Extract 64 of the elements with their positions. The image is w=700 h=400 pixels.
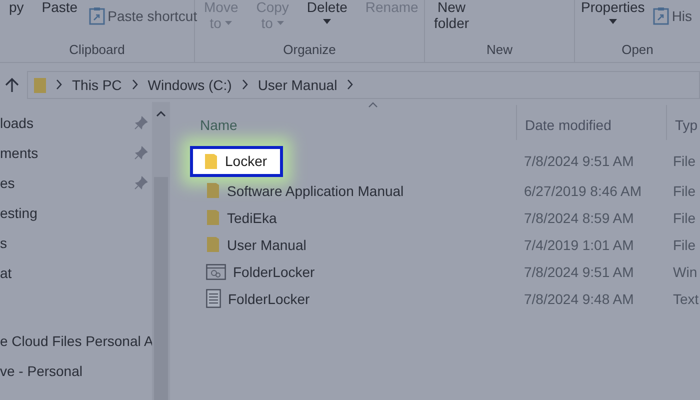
text-document-icon xyxy=(206,289,221,308)
caret-icon xyxy=(276,21,284,25)
scrollbar[interactable] xyxy=(152,102,170,400)
folder-icon xyxy=(206,182,220,199)
ribbon-button[interactable]: Paste shortcut xyxy=(86,7,200,25)
date-cell: 7/8/2024 8:59 AM xyxy=(524,210,634,226)
type-cell: File xyxy=(673,236,696,252)
file-name[interactable]: TediEka xyxy=(190,206,283,230)
clipboard-icon xyxy=(88,7,105,25)
file-name[interactable]: User Manual xyxy=(190,232,312,256)
column-header[interactable]: Typ xyxy=(666,105,700,140)
ribbon-button[interactable]: Delete xyxy=(298,0,356,24)
type-cell: File xyxy=(673,182,696,198)
column-header[interactable]: Name xyxy=(190,117,516,140)
breadcrumb[interactable]: This PC xyxy=(72,76,122,92)
clipboard-icon xyxy=(652,7,669,25)
file-name[interactable]: FolderLocker xyxy=(190,260,321,284)
scroll-up-icon[interactable] xyxy=(156,110,166,117)
group-label: Clipboard xyxy=(68,42,126,57)
folder-icon xyxy=(204,152,218,170)
date-cell: 7/4/2019 1:01 AM xyxy=(524,236,634,252)
nav-item[interactable]: es xyxy=(0,175,15,191)
ribbon-button[interactable]: His xyxy=(646,7,694,25)
caret-icon xyxy=(608,19,617,24)
selected-file-name[interactable]: Locker xyxy=(190,146,284,176)
folder-icon xyxy=(206,236,220,253)
sort-icon xyxy=(368,102,378,108)
file-name[interactable]: Software Application Manual xyxy=(190,178,410,202)
type-cell: Win xyxy=(673,264,698,280)
ribbon-button[interactable]: New folder xyxy=(425,0,478,31)
folder-icon xyxy=(34,76,46,92)
date-cell: 7/8/2024 9:51 AM xyxy=(524,153,634,169)
app-window-icon xyxy=(206,264,226,280)
breadcrumb[interactable]: Windows (C:) xyxy=(148,76,232,92)
date-cell: 7/8/2024 9:51 AM xyxy=(524,264,634,280)
date-cell: 7/8/2024 9:48 AM xyxy=(524,290,634,306)
group-label: New xyxy=(485,42,514,57)
chevron-icon xyxy=(240,79,249,90)
chevron-icon xyxy=(346,79,354,90)
caret-icon xyxy=(225,21,232,25)
nav-item[interactable]: esting xyxy=(0,205,38,221)
ribbon-button[interactable]: Properties xyxy=(575,0,647,24)
date-cell: 6/27/2019 8:46 AM xyxy=(524,182,642,198)
ribbon-button[interactable]: py xyxy=(0,0,33,15)
type-cell: File xyxy=(673,153,696,169)
column-header[interactable]: Date modified xyxy=(516,105,666,140)
nav-item[interactable]: ve - Personal xyxy=(0,363,82,379)
type-cell: Text xyxy=(673,290,699,306)
chevron-icon xyxy=(55,79,63,90)
breadcrumb[interactable]: User Manual xyxy=(258,76,338,92)
file-name[interactable]: FolderLocker xyxy=(190,286,316,310)
group-label: Organize xyxy=(282,42,337,57)
address-bar[interactable]: This PC Windows (C:) User Manual xyxy=(27,70,700,98)
nav-item[interactable]: s xyxy=(0,235,7,251)
nav-item[interactable]: loads xyxy=(0,115,34,131)
caret-icon xyxy=(323,19,332,24)
ribbon-button[interactable]: Paste xyxy=(32,0,87,15)
nav-item[interactable]: ments xyxy=(0,145,38,161)
type-cell: File xyxy=(673,210,696,226)
nav-item[interactable]: at xyxy=(0,265,12,281)
group-label: Open xyxy=(620,42,654,57)
chevron-icon xyxy=(130,79,139,90)
folder-icon xyxy=(206,209,220,226)
up-arrow-icon[interactable] xyxy=(5,76,19,92)
